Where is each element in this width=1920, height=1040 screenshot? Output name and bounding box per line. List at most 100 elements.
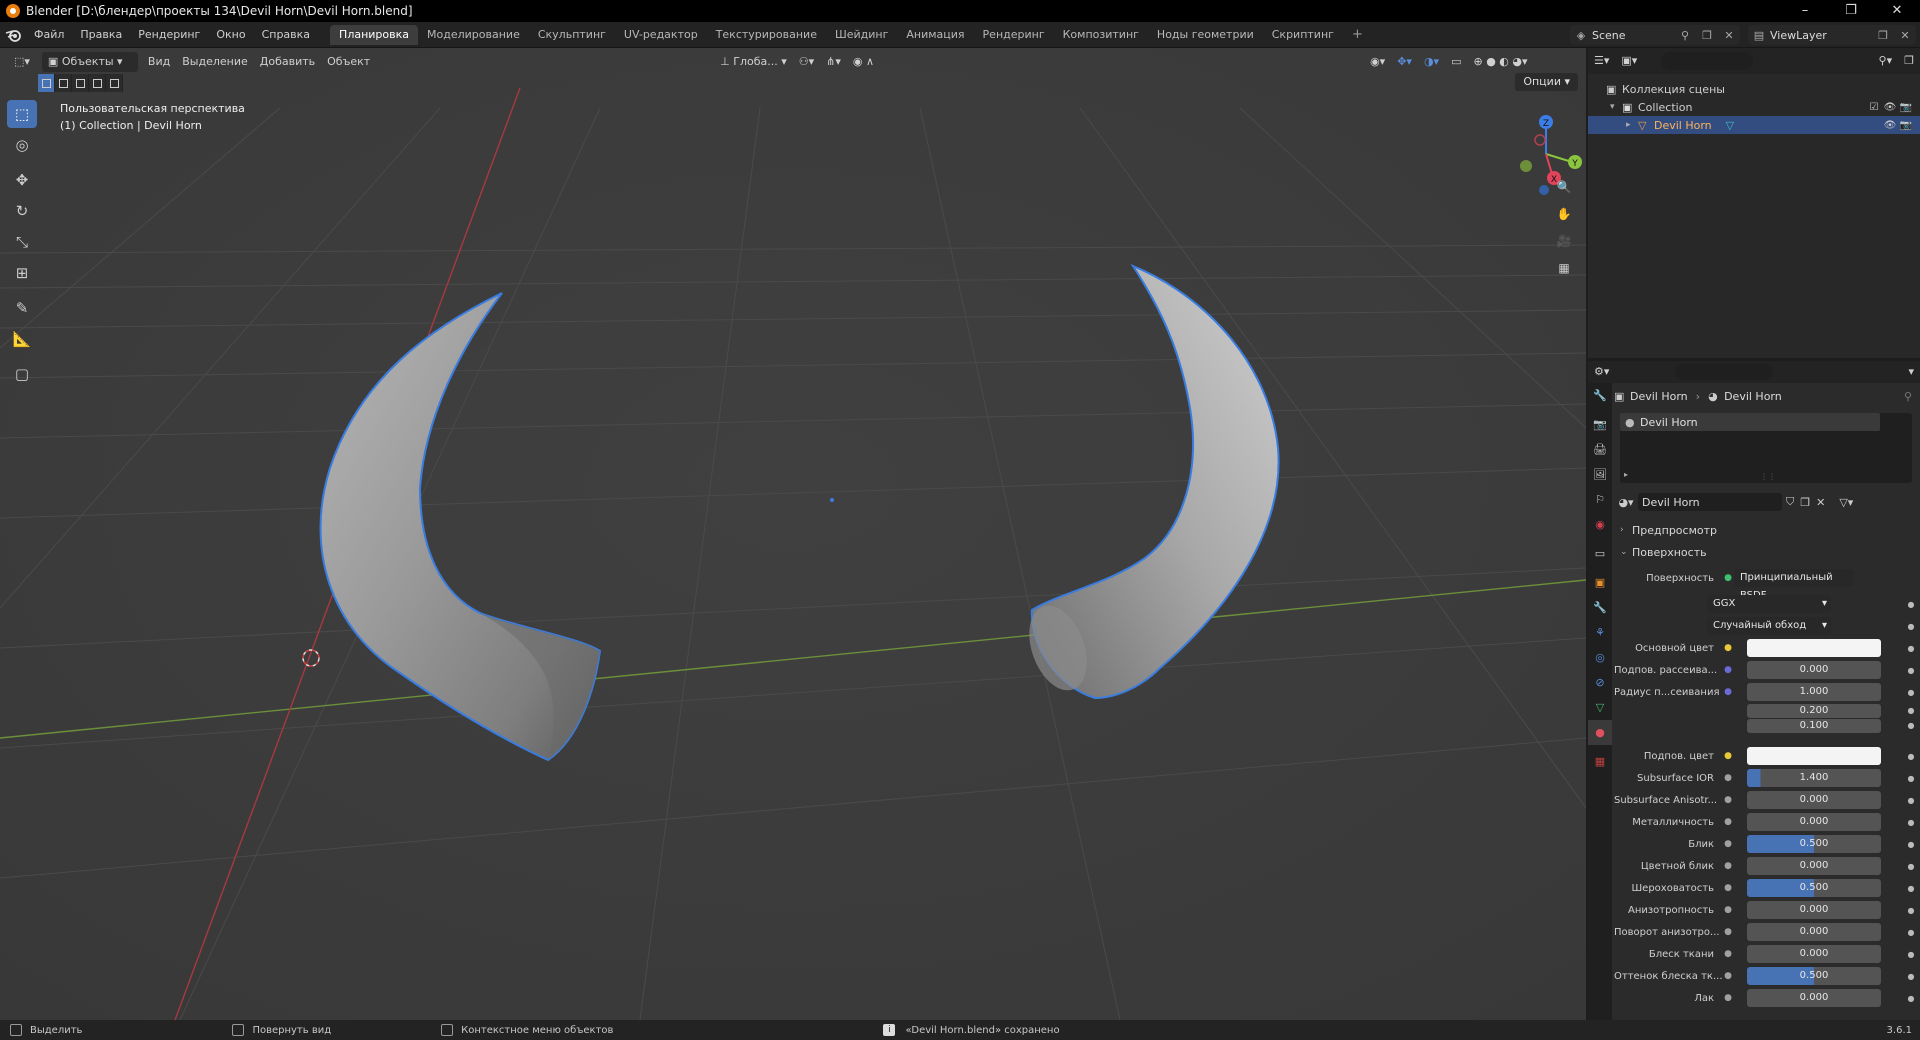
mesh-data-icon[interactable]: ▽ xyxy=(1726,119,1882,132)
keyframe-dot-icon[interactable]: ● xyxy=(1906,906,1916,915)
menu-add[interactable]: Добавить xyxy=(254,52,321,72)
shading-modes[interactable]: ⊕ ● ◐ ◕▾ xyxy=(1467,52,1533,72)
socket-dot-icon[interactable]: ● xyxy=(1722,993,1734,1003)
snap-icon[interactable]: ⋔▾ xyxy=(820,52,847,72)
keyframe-dot-icon[interactable]: ● xyxy=(1906,721,1916,730)
duplicate-material-icon[interactable]: ❐ xyxy=(1800,496,1810,509)
pivot-icon[interactable]: ⚇▾ xyxy=(793,52,820,72)
menu-edit[interactable]: Правка xyxy=(72,22,130,48)
world-tab-icon[interactable]: ◉ xyxy=(1588,512,1612,537)
3d-viewport[interactable]: ⬚▾ ▣ Объекты ▾ Вид Выделение Добавить Об… xyxy=(0,48,1586,1020)
view-layer-selector[interactable]: ▤ ViewLayer ❐ ✕ xyxy=(1748,25,1916,45)
render-tab-icon[interactable]: 📷 xyxy=(1588,412,1612,437)
constraints-tab-icon[interactable]: ⊘ xyxy=(1588,670,1612,695)
property-value-field[interactable]: 0.000 xyxy=(1747,989,1881,1007)
render-camera-icon[interactable]: 📷 xyxy=(1898,120,1914,131)
resize-handle-icon[interactable]: ⋮⋮ xyxy=(1760,472,1776,481)
tab-geometry-nodes[interactable]: Ноды геометрии xyxy=(1148,25,1263,45)
zoom-icon[interactable]: 🔍 xyxy=(1552,175,1576,199)
mode-selector[interactable]: ▣ Объекты ▾ xyxy=(41,52,138,72)
keyframe-dot-icon[interactable]: ● xyxy=(1906,644,1916,653)
editor-type-button[interactable]: ⬚▾ xyxy=(8,52,36,72)
property-value-field[interactable]: 1.400 xyxy=(1747,769,1881,787)
material-slot-row[interactable]: ● Devil Horn xyxy=(1620,413,1880,431)
select-invert-icon[interactable] xyxy=(89,74,106,92)
keyframe-dot-icon[interactable]: ● xyxy=(1906,884,1916,893)
tab-sculpting[interactable]: Скульптинг xyxy=(529,25,615,45)
link-mode-icon[interactable]: ▽▾ xyxy=(1839,496,1853,509)
data-tab-icon[interactable]: ▽ xyxy=(1588,695,1612,720)
cursor-icon[interactable]: ◎ xyxy=(7,131,37,159)
property-value-field[interactable]: 0.500 xyxy=(1747,879,1881,897)
material-tab-icon[interactable]: ● xyxy=(1588,720,1612,745)
scale-icon[interactable]: ⤡ xyxy=(7,228,37,256)
expand-arrow-icon[interactable]: ▾ xyxy=(1610,102,1622,112)
visibility-eye-icon[interactable]: 👁 xyxy=(1882,120,1898,131)
annotate-icon[interactable]: ✎ xyxy=(7,294,37,322)
pin-icon[interactable]: ⚲ xyxy=(1674,29,1696,42)
menu-window[interactable]: Окно xyxy=(208,22,253,48)
panel-preview-header[interactable]: › Предпросмотр xyxy=(1614,519,1920,541)
texture-tab-icon[interactable]: ▦ xyxy=(1588,749,1612,774)
properties-editor-type[interactable]: ⚙▾ xyxy=(1588,362,1615,382)
camera-view-icon[interactable]: 🎥 xyxy=(1552,229,1576,253)
xray-icon[interactable]: ▭ xyxy=(1445,52,1467,72)
tab-animation[interactable]: Анимация xyxy=(897,25,973,45)
property-value-field[interactable]: 0.000 xyxy=(1747,901,1881,919)
keyframe-dot-icon[interactable]: ● xyxy=(1906,774,1916,783)
outliner-row-scene-collection[interactable]: ▣ Коллекция сцены xyxy=(1588,80,1920,98)
socket-dot-icon[interactable]: ● xyxy=(1722,861,1734,871)
property-value-field[interactable]: 0.500 xyxy=(1747,835,1881,853)
keyframe-dot-icon[interactable]: ● xyxy=(1906,688,1916,697)
select-intersect-icon[interactable] xyxy=(106,74,123,92)
proportional-edit-icon[interactable]: ◉ ∧ xyxy=(847,52,880,72)
socket-dot-icon[interactable]: ● xyxy=(1722,643,1734,653)
display-mode-icon[interactable]: ▣▾ xyxy=(1615,51,1643,71)
property-value-field[interactable]: 0.000 xyxy=(1747,813,1881,831)
keyframe-dot-icon[interactable]: ● xyxy=(1906,972,1916,981)
keyframe-dot-icon[interactable]: ● xyxy=(1906,818,1916,827)
new-view-layer-icon[interactable]: ❐ xyxy=(1872,29,1894,42)
keyframe-dot-icon[interactable]: ● xyxy=(1906,928,1916,937)
minimize-button[interactable]: – xyxy=(1782,0,1828,22)
properties-options-icon[interactable]: ▾ xyxy=(1902,362,1920,382)
tab-uv-editing[interactable]: UV-редактор xyxy=(615,25,707,45)
close-button[interactable]: ✕ xyxy=(1874,0,1920,22)
property-value-field[interactable] xyxy=(1747,747,1881,765)
tab-scripting[interactable]: Скриптинг xyxy=(1263,25,1343,45)
material-name-field[interactable]: Devil Horn xyxy=(1638,493,1782,511)
viewport-scene[interactable] xyxy=(0,48,1586,1020)
keyframe-dot-icon[interactable]: ● xyxy=(1906,862,1916,871)
material-browse-icon[interactable]: ◕▾ xyxy=(1614,496,1638,509)
properties-search-input[interactable] xyxy=(1675,364,1774,380)
material-slot-list[interactable]: ● Devil Horn ▸ ⋮⋮ + − ▾ xyxy=(1620,413,1912,483)
overlay-toggle-icon[interactable]: ◑▾ xyxy=(1418,52,1445,72)
tool-tab-icon[interactable]: 🔧 xyxy=(1588,383,1612,408)
tab-layout[interactable]: Планировка xyxy=(330,24,419,45)
add-workspace-button[interactable]: + xyxy=(1343,25,1372,45)
property-value-field[interactable]: 0.000 xyxy=(1747,923,1881,941)
tab-modeling[interactable]: Моделирование xyxy=(418,25,529,45)
keyframe-dot-icon[interactable]: ● xyxy=(1906,666,1916,675)
move-icon[interactable]: ✥ xyxy=(7,166,37,194)
visibility-icon[interactable]: ◉▾ xyxy=(1364,52,1391,72)
ortho-grid-icon[interactable]: ▦ xyxy=(1552,256,1576,280)
outliner-row-devil-horn[interactable]: ▸ ▽ Devil Horn ▽ 👁 📷 xyxy=(1588,116,1920,134)
new-scene-icon[interactable]: ❐ xyxy=(1696,29,1718,42)
property-value-field[interactable] xyxy=(1747,639,1881,657)
socket-dot-icon[interactable]: ● xyxy=(1722,795,1734,805)
property-value-field[interactable]: 0.000 xyxy=(1747,791,1881,809)
socket-dot-icon[interactable]: ● xyxy=(1722,971,1734,981)
new-collection-icon[interactable]: ❐ xyxy=(1898,51,1920,71)
menu-select[interactable]: Выделение xyxy=(176,52,254,72)
gizmo-toggle-icon[interactable]: ✥▾ xyxy=(1391,52,1418,72)
property-value-field[interactable]: 0.000 xyxy=(1747,945,1881,963)
tab-rendering[interactable]: Рендеринг xyxy=(974,25,1054,45)
particles-tab-icon[interactable]: ⚘ xyxy=(1588,620,1612,645)
socket-dot-icon[interactable]: ● xyxy=(1722,817,1734,827)
property-value-field[interactable]: 0.200 xyxy=(1747,703,1881,718)
keyframe-dot-icon[interactable]: ● xyxy=(1906,994,1916,1003)
blender-menu-icon[interactable] xyxy=(0,22,26,48)
socket-dot-icon[interactable]: ● xyxy=(1722,751,1734,761)
select-new-icon[interactable] xyxy=(38,74,55,92)
